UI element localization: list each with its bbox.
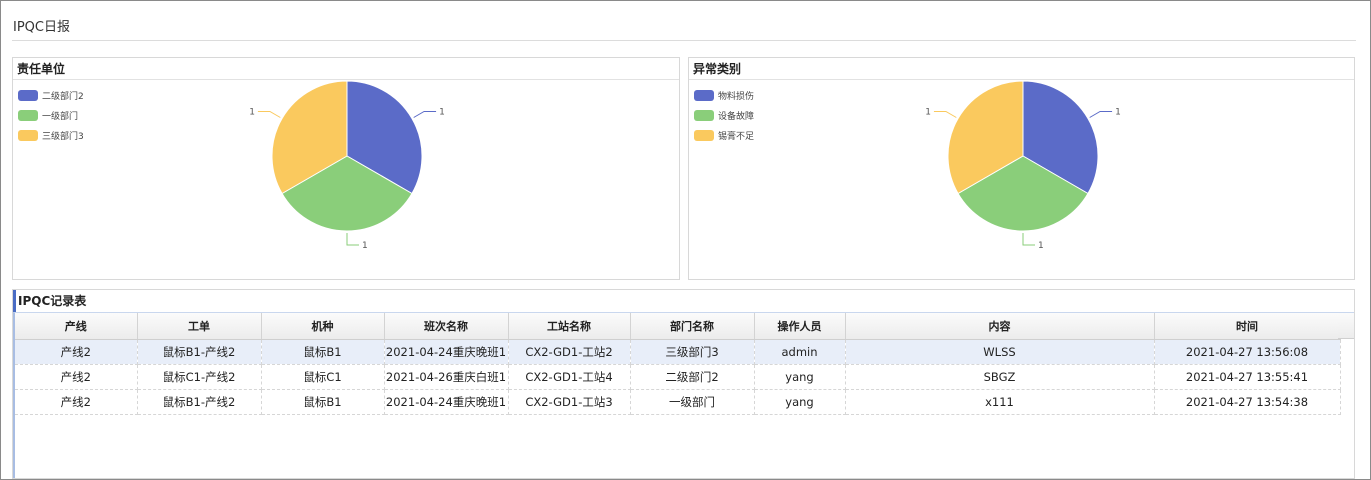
column-header[interactable]: 内容 <box>845 313 1155 340</box>
cell: 一级部门 <box>630 389 755 415</box>
slice-label: 1 <box>1115 108 1121 118</box>
cell: 鼠标B1 <box>261 389 385 415</box>
slice-leader-line <box>1089 111 1113 118</box>
cell: 鼠标C1 <box>261 364 385 390</box>
cell: 2021-04-24重庆晚班1 <box>384 339 509 365</box>
chart-panel-anomaly-type: 异常类别 物料损伤 设备故障 锡膏不足 111 <box>688 57 1355 280</box>
pie-chart: 1 1 1 <box>249 81 445 251</box>
slice-label: 1 <box>249 108 255 118</box>
column-header[interactable]: 产线 <box>15 313 138 340</box>
ipqc-record-panel: IPQC记录表 产线 工单 机种 班次名称 工站名称 部门名称 操作人员 内容 … <box>12 289 1355 479</box>
slice-label: 1 <box>1038 241 1044 251</box>
column-header[interactable]: 时间 <box>1154 313 1341 340</box>
cell: 产线2 <box>15 339 138 365</box>
cell: 2021-04-27 13:54:38 <box>1154 389 1341 415</box>
slice-label: 1 <box>925 108 931 118</box>
slice-leader-line <box>346 233 359 246</box>
cell: CX2-GD1-工站3 <box>508 389 631 415</box>
column-header[interactable]: 班次名称 <box>384 313 509 340</box>
pie-chart: 1 1 1 <box>925 81 1121 251</box>
column-header[interactable]: 部门名称 <box>630 313 755 340</box>
chart-panel-responsible-unit: 责任单位 二级部门2 一级部门 三级部门3 111 <box>12 57 680 280</box>
page-title: IPQC日报 <box>13 20 70 35</box>
data-grid: 产线 工单 机种 班次名称 工站名称 部门名称 操作人员 内容 时间 产线2 鼠… <box>13 312 1354 478</box>
cell: 鼠标C1-产线2 <box>137 364 262 390</box>
table-row[interactable]: 产线2 鼠标B1-产线2 鼠标B1 2021-04-24重庆晚班1 CX2-GD… <box>15 339 1341 365</box>
cell: x111 <box>845 389 1155 415</box>
slice-leader-line <box>933 111 957 118</box>
cell: WLSS <box>845 339 1155 365</box>
cell: 三级部门3 <box>630 339 755 365</box>
table-row[interactable]: 产线2 鼠标B1-产线2 鼠标B1 2021-04-24重庆晚班1 CX2-GD… <box>15 389 1341 415</box>
slice-leader-line <box>413 111 437 118</box>
title-divider <box>12 40 1356 41</box>
chart-title: 异常类别 <box>689 58 1354 80</box>
slice-label: 1 <box>362 241 368 251</box>
cell: SBGZ <box>845 364 1155 390</box>
cell: CX2-GD1-工站4 <box>508 364 631 390</box>
chart-title: 责任单位 <box>13 58 679 80</box>
cell: 2021-04-24重庆晚班1 <box>384 389 509 415</box>
slice-leader-line <box>257 111 281 118</box>
slice-label: 1 <box>439 108 445 118</box>
cell: 产线2 <box>15 389 138 415</box>
cell: 鼠标B1 <box>261 339 385 365</box>
panel-accent <box>13 290 16 312</box>
cell: 鼠标B1-产线2 <box>137 389 262 415</box>
column-header[interactable]: 工单 <box>137 313 262 340</box>
cell: CX2-GD1-工站2 <box>508 339 631 365</box>
cell: 2021-04-27 13:55:41 <box>1154 364 1341 390</box>
cell: yang <box>754 364 846 390</box>
cell: 二级部门2 <box>630 364 755 390</box>
scrollbar-header-spacer <box>1338 313 1354 339</box>
slice-leader-line <box>1022 233 1035 246</box>
cell: yang <box>754 389 846 415</box>
table-title: IPQC记录表 <box>18 294 87 308</box>
column-header[interactable]: 工站名称 <box>508 313 631 340</box>
header-row: 产线 工单 机种 班次名称 工站名称 部门名称 操作人员 内容 时间 <box>15 313 1341 340</box>
cell: 2021-04-26重庆白班1 <box>384 364 509 390</box>
table-row[interactable]: 产线2 鼠标C1-产线2 鼠标C1 2021-04-26重庆白班1 CX2-GD… <box>15 364 1341 390</box>
column-header[interactable]: 机种 <box>261 313 385 340</box>
cell: admin <box>754 339 846 365</box>
cell: 产线2 <box>15 364 138 390</box>
column-header[interactable]: 操作人员 <box>754 313 846 340</box>
records-table: 产线 工单 机种 班次名称 工站名称 部门名称 操作人员 内容 时间 产线2 鼠… <box>15 313 1341 415</box>
cell: 2021-04-27 13:56:08 <box>1154 339 1341 365</box>
cell: 鼠标B1-产线2 <box>137 339 262 365</box>
